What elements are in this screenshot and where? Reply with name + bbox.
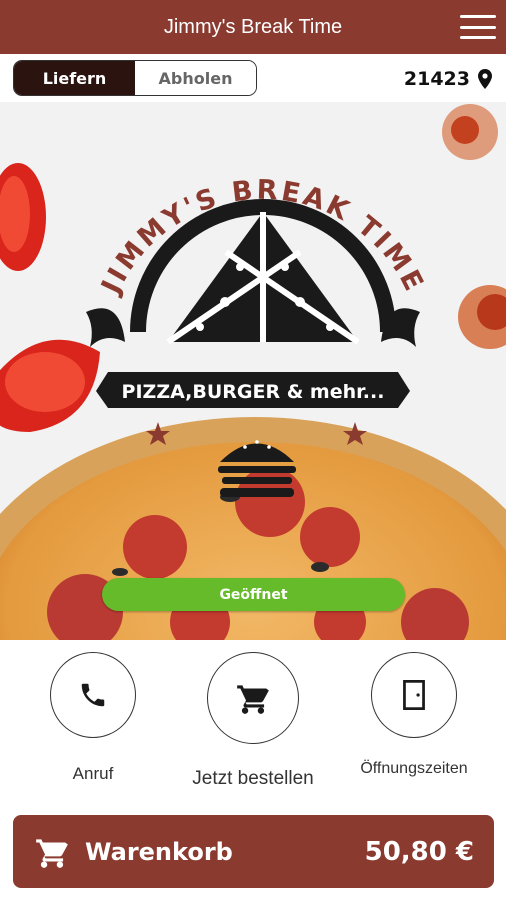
- hero-image: JIMMY'S BREAK TIME PIZZA,BURGER & mehr..…: [0, 102, 506, 640]
- delivery-mode-toggle: Liefern Abholen: [13, 60, 257, 96]
- call-circle[interactable]: [50, 652, 136, 738]
- cart-icon: [237, 685, 269, 714]
- opening-hours-circle[interactable]: [371, 652, 457, 738]
- toggle-option-pickup[interactable]: Abholen: [135, 61, 256, 95]
- quick-actions: Anruf Jetzt bestellen Öffnungszeiten: [0, 640, 506, 810]
- hamburger-menu-icon[interactable]: [460, 12, 496, 42]
- toggle-option-delivery[interactable]: Liefern: [14, 61, 135, 95]
- opening-hours-action[interactable]: Öffnungszeiten: [350, 652, 478, 778]
- cart-label: Warenkorb: [85, 837, 233, 866]
- cart-total: 50,80 €: [364, 836, 474, 867]
- order-now-action[interactable]: Jetzt bestellen: [180, 652, 326, 790]
- phone-icon: [81, 683, 105, 707]
- logo-banner-text: PIZZA,BURGER & mehr...: [122, 381, 385, 403]
- opening-hours-label: Öffnungszeiten: [360, 760, 468, 777]
- zip-code: 21423: [403, 68, 470, 90]
- door-icon: [403, 680, 425, 710]
- cart-icon: [36, 838, 68, 868]
- cart-button[interactable]: Warenkorb 50,80 €: [13, 815, 494, 888]
- order-now-label: Jetzt bestellen: [192, 768, 314, 789]
- location-pin-icon: [478, 69, 492, 89]
- app-title: Jimmy's Break Time: [163, 15, 343, 38]
- order-circle[interactable]: [207, 652, 299, 744]
- location-zip[interactable]: 21423: [404, 64, 492, 94]
- app-bar: Jimmy's Break Time: [0, 0, 506, 54]
- mode-bar: Liefern Abholen 21423: [0, 54, 506, 102]
- hero-banner: JIMMY'S BREAK TIME PIZZA,BURGER & mehr..…: [0, 102, 506, 640]
- call-action[interactable]: Anruf: [48, 652, 138, 784]
- open-status-button[interactable]: Geöffnet: [102, 578, 405, 611]
- call-label: Anruf: [72, 764, 114, 783]
